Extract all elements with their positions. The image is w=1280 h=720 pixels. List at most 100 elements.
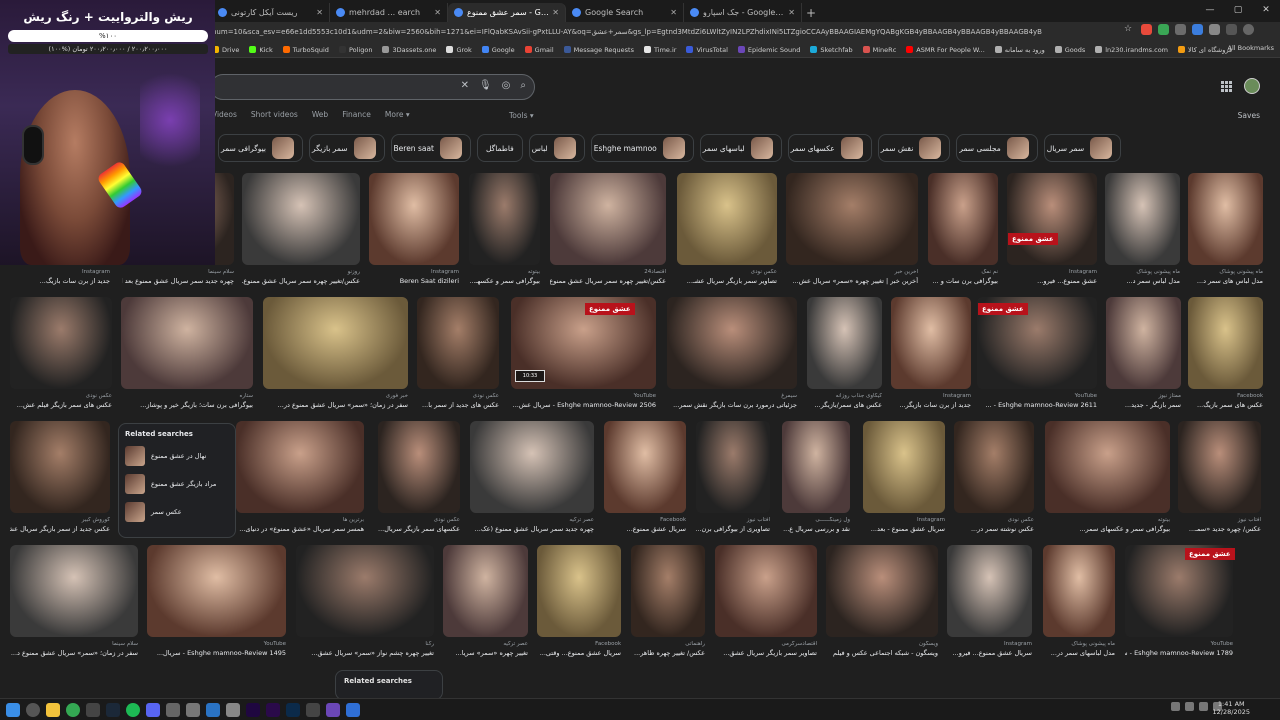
extensions-puzzle-icon[interactable] [1226,24,1237,35]
image-result-thumbnail[interactable] [469,173,540,265]
image-result-source[interactable]: اقتصاد24 [550,269,666,275]
image-result-source[interactable]: YouTube [977,393,1097,399]
image-result-thumbnail[interactable] [296,545,434,637]
image-result-thumbnail[interactable] [417,297,499,389]
image-result-caption[interactable]: جزئیاتی درمورد برن سات بازیگر نقش سمر... [667,401,797,409]
image-result-thumbnail[interactable] [782,421,850,513]
image-result-caption[interactable]: مدل لباس سمر د... [1105,277,1180,285]
tab-4[interactable]: جک اسپارو - Google Search✕ [684,3,802,22]
spotify-icon[interactable] [126,702,140,717]
image-result-thumbnail[interactable] [631,545,705,637]
image-result-caption[interactable]: سمر بازیگر - جدید... [1106,401,1181,409]
tab-3[interactable]: Google Search ✕ [566,3,684,22]
image-result-thumbnail[interactable] [537,545,621,637]
image-result-caption[interactable]: سریال عشق ممنوع... فیرو... [947,649,1032,657]
windows-start-icon[interactable] [6,702,20,717]
bookmark[interactable]: Drive [212,46,239,54]
image-result-caption[interactable]: ویسگون - شبکه اجتماعی عکس و فیلم [826,649,938,657]
image-result-thumbnail[interactable] [1043,545,1115,637]
image-result-thumbnail[interactable] [1007,173,1097,265]
tab-2[interactable]: سمر عشق ممنوع - Google Search✕ [448,3,566,22]
image-result-caption[interactable]: مدل لباس های سمر د... [1188,277,1263,285]
bookmark[interactable]: فروشگاه ای کالا [1178,46,1232,54]
bookmark[interactable]: Message Requests [563,46,634,54]
image-result-caption[interactable]: Eshghe mamnoo-Review 2611 - ... [977,401,1097,409]
all-bookmarks-button[interactable]: All Bookmarks [1228,44,1274,52]
image-result-thumbnail[interactable] [954,421,1034,513]
image-result-source[interactable]: Instagram [0,269,110,275]
image-result-caption[interactable]: عکسهای سمر بازیگر سریال... [378,525,460,533]
image-result-caption[interactable]: Eshghe mamnoo-Review 2506 - سریال عش... [511,401,656,409]
image-result-source[interactable]: ستاره [121,393,253,399]
chip[interactable]: لباسهای سمر [699,134,782,162]
chip[interactable]: عکسهای سمر [787,134,872,162]
chip[interactable]: لباس [528,134,585,162]
image-result-source[interactable]: عکس نودی [417,393,499,399]
app-icon[interactable] [206,702,220,717]
image-result-caption[interactable]: عکس/تغییر چهره سمر سریال عشق ممنوع... [550,277,666,285]
image-result-caption[interactable]: سفر در زمان؛ «سمر» سریال عشق ممنوع در... [263,401,408,409]
filter-more[interactable]: More ▾ [385,110,410,119]
image-result-caption[interactable]: بیوگرافی سمر و عکسهای سمر... [1045,525,1170,533]
image-result-thumbnail[interactable] [443,545,528,637]
bookmark[interactable]: Google [481,46,515,54]
tab-1[interactable]: mehrdad ... earch ✕ [330,3,448,22]
image-result-source[interactable]: سلام سینما [122,269,234,275]
image-result-source[interactable]: Instagram [947,641,1032,647]
image-result-thumbnail[interactable] [1045,421,1170,513]
image-result-caption[interactable]: نقد و بررسی سریال ع... [782,525,850,533]
chip[interactable]: بیوگرافی سمر [218,134,303,162]
bookmark[interactable]: MineRc [862,46,896,54]
image-result-source[interactable]: Facebook [1188,393,1263,399]
image-result-source[interactable]: برترین ها [236,517,364,523]
image-result-thumbnail[interactable] [236,421,364,513]
image-result-caption[interactable]: عکس های سمر بازیگر فیلم عش... [10,401,112,409]
lens-icon[interactable]: ◎ [502,80,511,91]
image-result-source[interactable]: Instagram [891,393,971,399]
image-result-source[interactable]: بیتوته [1045,517,1170,523]
image-result-caption[interactable]: چهره جدید سمر سریال عشق ممنوع (عک... [470,525,594,533]
image-result-caption[interactable]: سریال عشق ممنوع - بعد... [863,525,945,533]
image-result-thumbnail[interactable] [1178,421,1261,513]
app-icon[interactable] [86,702,100,717]
filter-web[interactable]: Web [312,110,328,119]
image-result-caption[interactable]: عکس/تغییر چهره سمر سریال عشق ممنوع... [242,277,360,285]
image-result-caption[interactable]: چهره جدید سمر سریال عشق ممنوع بعد از 16 … [122,277,234,285]
bookmark[interactable]: ورود به سامانه [994,46,1045,54]
image-result-caption[interactable]: عکس نوشته سمر در... [954,525,1034,533]
chip[interactable]: Beren saat [390,134,471,162]
extension-icon[interactable] [1192,24,1203,35]
image-result-caption[interactable]: بیوگرافی برن سات و ... [928,277,998,285]
bookmark[interactable]: Sketchfab [810,46,853,54]
image-result-source[interactable]: نم نمک [928,269,998,275]
image-result-thumbnail[interactable] [1188,173,1263,265]
tray-icon[interactable] [1171,702,1180,711]
image-result-thumbnail[interactable] [263,297,408,389]
image-result-thumbnail[interactable] [696,421,770,513]
close-icon[interactable]: ✕ [552,8,559,17]
image-result-thumbnail[interactable] [667,297,797,389]
bookmark[interactable]: ln230.irandms.com [1095,46,1168,54]
image-result-source[interactable]: اقتصادسرگرمی [715,641,817,647]
image-result-source[interactable]: YouTube [147,641,286,647]
image-result-thumbnail[interactable] [10,421,110,513]
image-result-caption[interactable]: Eshghe mamnoo-Review 1789 - سریال... [1125,649,1233,657]
related-search-item[interactable]: نهال در عشق ممنوع [125,442,229,470]
app-icon[interactable] [226,702,240,717]
app-icon[interactable] [166,702,180,717]
tools-button[interactable]: Tools ▾ [509,111,534,120]
url-field[interactable]: num=10&sca_esv=e66e1dd5553c10d1&udm=2&bi… [212,25,1042,39]
close-icon[interactable]: ✕ [788,8,795,17]
image-result-thumbnail[interactable] [715,545,817,637]
image-result-caption[interactable]: عکس/ تغییر چهره ظاهر... [631,649,705,657]
bookmark[interactable]: Poligon [338,46,372,54]
image-result-source[interactable]: YouTube [511,393,656,399]
image-result-source[interactable]: راهنماتی [631,641,705,647]
image-result-thumbnail[interactable] [147,545,286,637]
bookmark[interactable]: TurboSquid [282,46,329,54]
chip[interactable]: مجلسی سمر [956,134,1038,162]
search-icon[interactable] [26,702,40,717]
bookmark[interactable]: Time.ir [644,46,676,54]
related-search-item[interactable]: عکس سمر [125,498,229,526]
saves-button[interactable]: Saves [1238,111,1260,120]
